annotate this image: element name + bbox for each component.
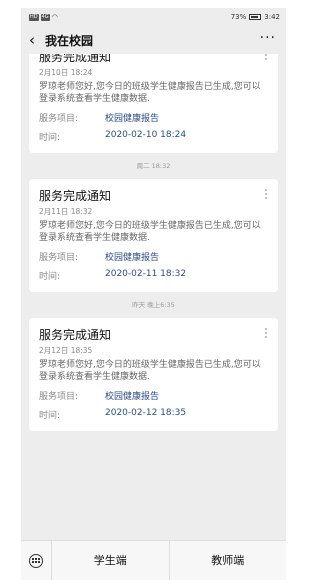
timestamp-separator: 昨天 晚上6:35 [132,301,175,309]
card-body: 罗琼老师您好,您今日的班级学生健康报告已生成,您可以登录系统查看学生健康数据. [39,82,261,104]
network-badge: 4G [40,13,50,21]
time-row: 时间: 2020-02-10 18:24 [39,130,268,143]
time-value: 2020-02-10 18:24 [105,130,187,140]
back-icon[interactable]: ‹ [29,31,43,49]
notification-card[interactable]: 服务完成通知 2月10日 18:24 罗琼老师您好,您今日的班级学生健康报告已生… [29,54,278,153]
service-value: 校园健康报告 [105,253,160,263]
notification-card[interactable]: 服务完成通知 2月11日 18:32 罗琼老师您好,您今日的班级学生健康报告已生… [29,179,278,292]
time-label: 时间: [39,272,61,282]
service-label: 服务项目: [39,114,79,124]
card-date: 2月10日 18:24 [39,68,93,77]
time-row: 时间: 2020-02-12 18:35 [39,408,268,421]
service-row: 服务项目: 校园健康报告 [39,389,268,402]
time-label: 时间: [39,411,61,421]
battery-percent: 73% [230,13,247,21]
message-feed[interactable]: 服务完成通知 2月10日 18:24 罗琼老师您好,您今日的班级学生健康报告已生… [21,54,286,540]
phone-screen: HD 4G ◠ 73% 3:42 ‹ 我在校园 ··· 服务完成通知 2月10日… [21,8,286,580]
keyboard-icon [29,553,43,568]
timestamp-separator: 周二 18:32 [136,162,171,170]
clock: 3:42 [264,13,280,21]
menu-student[interactable]: 学生端 [51,541,169,580]
service-row: 服务项目: 校园健康报告 [39,250,268,263]
card-title: 服务完成通知 [39,328,112,342]
card-menu-icon[interactable] [264,54,268,60]
card-title: 服务完成通知 [39,189,112,203]
time-label: 时间: [39,133,61,143]
status-bar: HD 4G ◠ 73% 3:42 [21,8,286,26]
wifi-icon: ◠ [51,13,58,21]
card-menu-icon[interactable] [264,328,268,338]
status-right: 73% 3:42 [231,13,280,21]
card-title: 服务完成通知 [39,54,112,64]
nav-bar: ‹ 我在校园 ··· [21,26,286,54]
card-body: 罗琼老师您好,您今日的班级学生健康报告已生成,您可以登录系统查看学生健康数据. [39,221,261,243]
status-left: HD 4G ◠ [29,13,58,21]
card-body: 罗琼老师您好,您今日的班级学生健康报告已生成,您可以登录系统查看学生健康数据. [39,360,261,382]
service-value: 校园健康报告 [105,114,160,124]
time-value: 2020-02-12 18:35 [105,408,187,418]
more-icon[interactable]: ··· [260,30,276,46]
card-date: 2月12日 18:35 [39,346,93,355]
card-menu-icon[interactable] [264,189,268,199]
service-label: 服务项目: [39,392,79,402]
menu-teacher[interactable]: 教师端 [168,541,287,580]
time-value: 2020-02-11 18:32 [105,269,187,279]
service-label: 服务项目: [39,253,79,263]
time-row: 时间: 2020-02-11 18:32 [39,269,268,282]
page-title: 我在校园 [45,33,94,48]
hd-badge: HD [29,13,39,21]
service-value: 校园健康报告 [105,392,160,402]
battery-icon [249,14,262,20]
service-row: 服务项目: 校园健康报告 [39,111,268,124]
bottom-menu-bar: 学生端 教师端 [21,540,286,580]
card-date: 2月11日 18:32 [39,207,93,216]
notification-card[interactable]: 服务完成通知 2月12日 18:35 罗琼老师您好,您今日的班级学生健康报告已生… [29,318,278,431]
keyboard-toggle[interactable] [21,553,51,568]
